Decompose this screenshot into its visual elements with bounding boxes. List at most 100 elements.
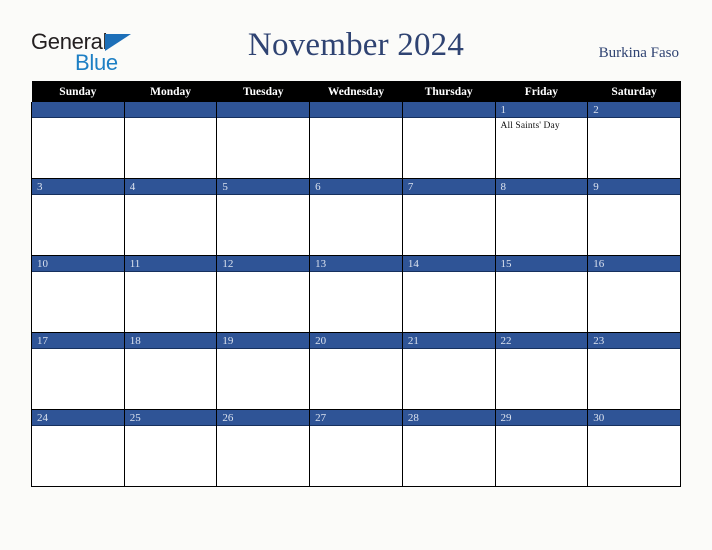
day-events xyxy=(217,426,309,485)
weekday-header-saturday: Saturday xyxy=(587,81,681,102)
calendar-day-cell[interactable]: 4 xyxy=(123,178,218,256)
day-number: 13 xyxy=(310,256,402,272)
weekday-header-thursday: Thursday xyxy=(402,81,496,102)
calendar-day-cell[interactable]: 13 xyxy=(309,255,403,333)
calendar-day-cell[interactable] xyxy=(216,102,311,179)
calendar-page: General Blue November 2024 Burkina Faso … xyxy=(0,0,712,550)
day-events xyxy=(125,195,217,254)
day-events xyxy=(125,426,217,485)
weekday-header-wednesday: Wednesday xyxy=(309,81,403,102)
weekday-header-row: Sunday Monday Tuesday Wednesday Thursday… xyxy=(31,81,681,102)
day-number: 26 xyxy=(217,410,310,426)
day-number xyxy=(402,102,495,118)
calendar-day-cell[interactable] xyxy=(309,102,403,179)
day-number: 2 xyxy=(588,102,680,118)
weekday-header-monday: Monday xyxy=(124,81,217,102)
day-events xyxy=(310,349,402,408)
day-events xyxy=(403,118,495,177)
calendar-day-cell[interactable]: 9 xyxy=(587,178,681,256)
calendar-day-cell[interactable]: 1 All Saints' Day xyxy=(494,102,589,179)
calendar-day-cell[interactable]: 21 xyxy=(401,332,496,410)
calendar-day-cell[interactable]: 27 xyxy=(309,409,403,487)
calendar-day-cell[interactable]: 3 xyxy=(31,178,125,256)
calendar-body: 1 All Saints' Day 2 3 4 5 6 7 8 9 10 11 12 13 14 15 16 17… xyxy=(31,102,681,487)
calendar-day-cell[interactable]: 6 xyxy=(309,178,403,256)
calendar-day-cell[interactable]: 10 xyxy=(31,255,125,333)
day-number: 15 xyxy=(495,256,588,272)
day-number: 18 xyxy=(124,333,217,349)
day-events xyxy=(310,195,402,254)
day-events xyxy=(588,426,680,485)
day-number: 21 xyxy=(402,333,495,349)
day-events xyxy=(403,349,495,408)
day-number: 28 xyxy=(402,410,495,426)
day-number: 1 xyxy=(495,102,588,118)
day-number xyxy=(310,102,402,118)
day-events xyxy=(125,118,217,177)
calendar-day-cell[interactable]: 29 xyxy=(494,409,589,487)
calendar-day-cell[interactable]: 7 xyxy=(401,178,496,256)
day-number xyxy=(217,102,310,118)
day-number: 30 xyxy=(588,410,680,426)
calendar-week-row: 24 25 26 27 28 29 30 xyxy=(31,409,681,487)
weekday-header-sunday: Sunday xyxy=(31,81,125,102)
calendar-grid: Sunday Monday Tuesday Wednesday Thursday… xyxy=(31,81,681,487)
day-number: 10 xyxy=(32,256,124,272)
calendar-day-cell[interactable]: 8 xyxy=(494,178,589,256)
weekday-header-friday: Friday xyxy=(495,81,588,102)
calendar-day-cell[interactable]: 24 xyxy=(31,409,125,487)
calendar-day-cell[interactable]: 28 xyxy=(401,409,496,487)
calendar-day-cell[interactable] xyxy=(401,102,496,179)
day-events xyxy=(32,272,124,331)
day-events xyxy=(496,272,588,331)
calendar-day-cell[interactable]: 30 xyxy=(587,409,681,487)
calendar-day-cell[interactable]: 15 xyxy=(494,255,589,333)
day-events xyxy=(588,195,680,254)
calendar-week-row: 3456789 xyxy=(31,178,681,256)
day-events xyxy=(310,118,402,177)
page-header: General Blue November 2024 Burkina Faso xyxy=(0,0,712,78)
day-number: 16 xyxy=(588,256,680,272)
day-events xyxy=(217,118,309,177)
calendar-week-row: 10 11 12 13 14 15 16 xyxy=(31,255,681,333)
day-number: 27 xyxy=(310,410,402,426)
day-events xyxy=(588,272,680,331)
calendar-day-cell[interactable]: 11 xyxy=(123,255,218,333)
calendar-day-cell[interactable]: 5 xyxy=(216,178,311,256)
day-events xyxy=(125,349,217,408)
day-events xyxy=(310,272,402,331)
calendar-day-cell[interactable]: 23 xyxy=(587,332,681,410)
day-events xyxy=(310,426,402,485)
day-events xyxy=(32,426,124,485)
day-number: 25 xyxy=(124,410,217,426)
day-number: 7 xyxy=(402,179,495,195)
calendar-day-cell[interactable]: 22 xyxy=(494,332,589,410)
calendar-day-cell[interactable]: 12 xyxy=(216,255,311,333)
calendar-day-cell[interactable] xyxy=(31,102,125,179)
day-number: 11 xyxy=(124,256,217,272)
calendar-day-cell[interactable]: 25 xyxy=(123,409,218,487)
calendar-day-cell[interactable]: 16 xyxy=(587,255,681,333)
calendar-day-cell[interactable]: 2 xyxy=(587,102,681,179)
day-events xyxy=(32,195,124,254)
day-number: 23 xyxy=(588,333,680,349)
calendar-day-cell[interactable]: 26 xyxy=(216,409,311,487)
calendar-day-cell[interactable]: 17 xyxy=(31,332,125,410)
calendar-day-cell[interactable]: 20 xyxy=(309,332,403,410)
calendar-week-row: 1 All Saints' Day 2 xyxy=(31,102,681,179)
weekday-header-tuesday: Tuesday xyxy=(216,81,310,102)
day-number: 6 xyxy=(310,179,402,195)
day-number: 19 xyxy=(217,333,310,349)
calendar-day-cell[interactable]: 18 xyxy=(123,332,218,410)
day-number: 14 xyxy=(402,256,495,272)
day-number: 4 xyxy=(124,179,217,195)
day-events xyxy=(588,349,680,408)
day-events xyxy=(217,195,309,254)
calendar-day-cell[interactable]: 14 xyxy=(401,255,496,333)
day-events xyxy=(217,272,309,331)
day-number xyxy=(124,102,217,118)
calendar-day-cell[interactable] xyxy=(123,102,218,179)
holiday-label: All Saints' Day xyxy=(500,121,560,131)
day-events: All Saints' Day xyxy=(496,118,588,177)
calendar-day-cell[interactable]: 19 xyxy=(216,332,311,410)
